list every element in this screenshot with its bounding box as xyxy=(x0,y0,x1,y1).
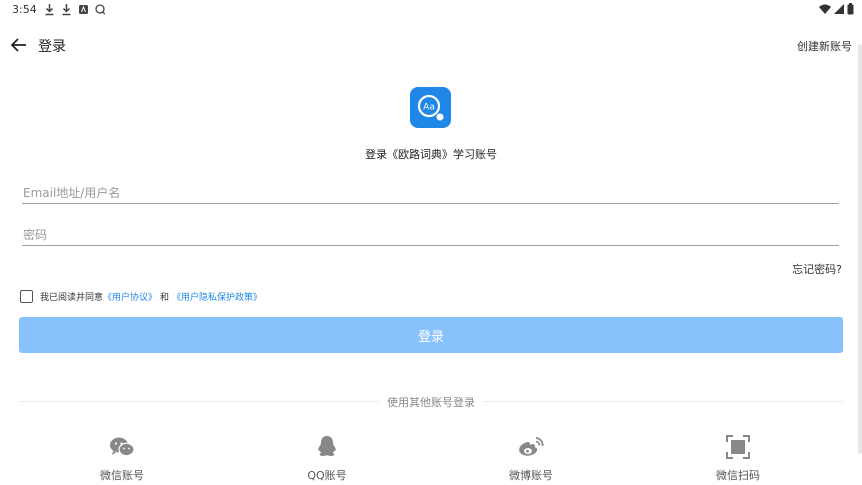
qq-login-label: QQ账号 xyxy=(307,469,347,482)
qq-login-button[interactable]: QQ账号 xyxy=(267,434,387,484)
page-title: 登录 xyxy=(38,39,66,55)
user-agreement-link[interactable]: 《用户协议》 xyxy=(103,290,157,303)
create-account-link[interactable]: 创建新账号 xyxy=(797,38,852,54)
agreement-prefix: 我已阅读并同意 xyxy=(40,292,104,303)
app-store-icon xyxy=(79,5,88,14)
other-login-label: 使用其他账号登录 xyxy=(0,394,862,410)
arrow-left-icon xyxy=(11,38,26,52)
app-logo: Aa xyxy=(410,87,451,128)
email-field[interactable] xyxy=(22,182,839,204)
agreement-and: 和 xyxy=(160,292,170,303)
wechat-login-button[interactable]: 微信账号 xyxy=(62,434,182,484)
forgot-password-link[interactable]: 忘记密码? xyxy=(792,261,842,277)
agreement-checkbox[interactable] xyxy=(20,289,33,303)
other-login-text: 使用其他账号登录 xyxy=(379,396,483,409)
app-bar: 登录 创建新账号 xyxy=(0,28,862,62)
privacy-policy-link[interactable]: 《用户隐私保护政策》 xyxy=(172,290,262,303)
login-subtitle: 登录《欧路词典》学习账号 xyxy=(365,148,497,161)
status-time: 3:54 xyxy=(12,3,37,16)
login-button[interactable]: 登录 xyxy=(19,317,843,353)
qq-icon xyxy=(314,434,340,460)
weibo-icon xyxy=(518,434,544,460)
wifi-icon xyxy=(819,4,831,14)
wechat-login-label: 微信账号 xyxy=(100,469,144,482)
scan-icon xyxy=(725,434,751,460)
agreement-row: 我已阅读并同意 《用户协议》 和 《用户隐私保护政策》 xyxy=(20,289,262,303)
system-icons xyxy=(819,3,854,15)
notification-icons xyxy=(44,3,106,16)
search-circle-icon xyxy=(95,4,106,15)
wechat-scan-button[interactable]: 微信扫码 xyxy=(678,434,798,484)
wechat-icon xyxy=(109,434,135,460)
weibo-login-label: 微博账号 xyxy=(509,469,553,482)
back-button[interactable] xyxy=(8,34,30,56)
password-field[interactable] xyxy=(22,224,839,246)
download-icon xyxy=(45,4,54,16)
eudic-logo-icon: Aa xyxy=(417,94,443,120)
signal-icon xyxy=(834,4,844,14)
battery-icon xyxy=(847,3,854,15)
scrollbar[interactable] xyxy=(858,44,862,454)
logo-text: Aa xyxy=(423,102,435,112)
status-bar: 3:54 xyxy=(0,0,862,20)
download-icon xyxy=(62,4,71,16)
wechat-scan-label: 微信扫码 xyxy=(716,469,760,482)
weibo-login-button[interactable]: 微博账号 xyxy=(471,434,591,484)
